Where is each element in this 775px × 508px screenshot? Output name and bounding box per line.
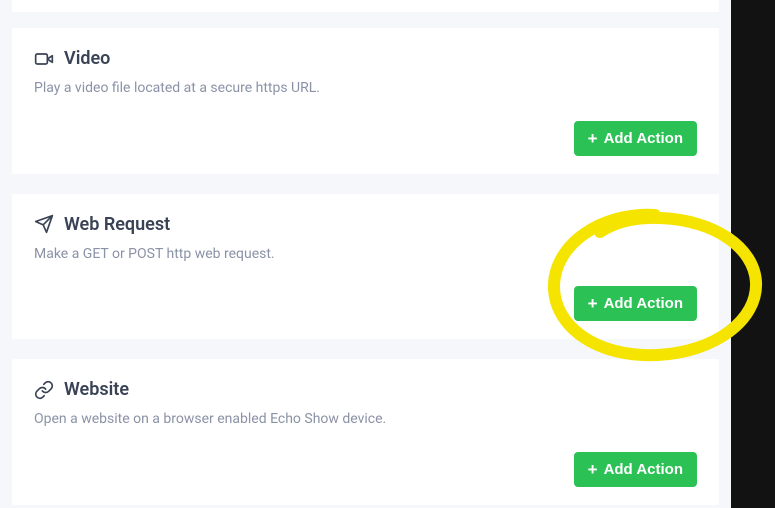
action-card-video: Video Play a video file located at a sec…	[12, 28, 719, 174]
plus-icon: +	[588, 130, 598, 147]
link-icon	[34, 380, 54, 400]
card-footer: + Add Action	[34, 286, 697, 321]
plus-icon: +	[588, 461, 598, 478]
actions-list: Video Play a video file located at a sec…	[0, 0, 731, 508]
action-card-web-request: Web Request Make a GET or POST http web …	[12, 194, 719, 340]
previous-card-edge	[12, 0, 719, 12]
card-description: Play a video file located at a secure ht…	[34, 79, 697, 99]
card-title: Website	[64, 379, 129, 400]
card-description: Open a website on a browser enabled Echo…	[34, 410, 697, 430]
action-card-website: Website Open a website on a browser enab…	[12, 359, 719, 505]
card-header: Website	[34, 379, 697, 400]
button-label: Add Action	[604, 461, 683, 478]
card-description: Make a GET or POST http web request.	[34, 245, 697, 265]
plus-icon: +	[588, 295, 598, 312]
add-action-button[interactable]: + Add Action	[574, 121, 697, 156]
card-header: Web Request	[34, 214, 697, 235]
button-label: Add Action	[604, 295, 683, 312]
card-header: Video	[34, 48, 697, 69]
right-panel-edge	[731, 0, 775, 508]
card-title: Video	[64, 48, 110, 69]
add-action-button[interactable]: + Add Action	[574, 286, 697, 321]
add-action-button[interactable]: + Add Action	[574, 452, 697, 487]
card-title: Web Request	[64, 214, 170, 235]
video-icon	[34, 49, 54, 69]
card-footer: + Add Action	[34, 452, 697, 487]
button-label: Add Action	[604, 130, 683, 147]
send-icon	[34, 214, 54, 234]
card-footer: + Add Action	[34, 121, 697, 156]
